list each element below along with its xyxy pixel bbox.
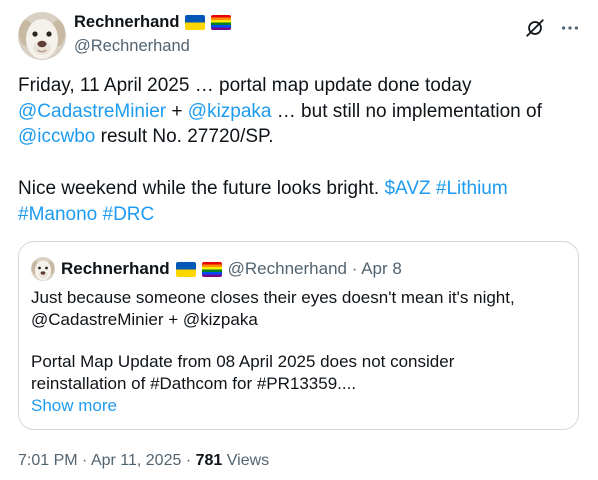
dog-nose <box>40 271 46 275</box>
flag-stripe-yellow <box>211 19 232 22</box>
quoted-tweet-text: Just because someone closes their eyes d… <box>31 287 536 395</box>
ukraine-flag-graphic <box>175 261 196 277</box>
flag-stripe-purple <box>201 274 222 277</box>
quoted-tweet-card[interactable]: Rechnerhand @Rechnerhand · Apr 8 Just be… <box>18 241 579 430</box>
flag-stripe-orange <box>201 264 222 267</box>
flag-stripe-blue <box>201 271 222 274</box>
views-link[interactable]: 781 Views <box>196 452 270 469</box>
hashtag-link-manono[interactable]: #Manono <box>18 204 97 225</box>
quoted-author-name: Rechnerhand <box>61 259 170 278</box>
rainbow-flag-graphic <box>211 14 232 30</box>
flag-stripe-yellow <box>201 266 222 269</box>
flag-stripe-orange <box>211 17 232 20</box>
flag-stripe-blue <box>185 14 206 22</box>
cashtag-link-avz[interactable]: $AVZ <box>384 178 430 199</box>
author-avatar[interactable] <box>18 12 66 60</box>
more-dot <box>561 26 566 30</box>
avatar-image <box>18 12 66 60</box>
ukraine-flag-icon <box>175 261 196 277</box>
tweet-footer: 7:01 PM · Apr 11, 2025 · 781 Views <box>18 450 269 472</box>
text-run: … but still no implementation of <box>271 100 542 122</box>
post-date: Apr 11, 2025 <box>90 452 182 469</box>
ukraine-flag-icon <box>185 14 206 30</box>
ukraine-flag-graphic <box>185 14 206 30</box>
grok-button[interactable] <box>524 17 546 39</box>
more-dots-icon <box>561 26 579 30</box>
dog-nose <box>37 40 47 48</box>
flag-stripe-green <box>211 22 232 25</box>
quoted-author-handle: @Rechnerhand <box>227 259 347 278</box>
show-more-link[interactable]: Show more <box>31 395 117 417</box>
post-timestamp-link[interactable]: 7:01 PM · Apr 11, 2025 <box>18 452 186 469</box>
views-count: 781 <box>195 452 223 469</box>
author-handle[interactable]: @Rechnerhand <box>74 35 231 57</box>
flag-stripe-yellow <box>175 269 196 277</box>
dog-left-eye <box>32 31 38 37</box>
text-run: + <box>166 100 188 122</box>
mention-link-iccwbo[interactable]: @iccwbo <box>18 126 95 147</box>
avatar-image <box>31 257 55 281</box>
quoted-tweet-header: Rechnerhand @Rechnerhand · Apr 8 <box>31 256 564 282</box>
tweet-paragraph: Nice weekend while the future looks brig… <box>18 176 568 227</box>
dog-right-eye <box>45 266 48 270</box>
dog-left-eye <box>38 266 41 270</box>
mention-link-cadastreminier[interactable]: @CadastreMinier <box>18 101 166 122</box>
flag-stripe-red <box>211 14 232 17</box>
mention-link-kizpaka[interactable]: @kizpaka <box>188 101 272 122</box>
flag-stripe-red <box>201 261 222 264</box>
views-label: Views <box>226 452 270 469</box>
flag-stripe-green <box>201 269 222 272</box>
grok-icon <box>526 19 544 37</box>
hashtag-link-drc[interactable]: #DRC <box>103 204 155 225</box>
flag-stripe-blue <box>175 261 196 269</box>
quoted-author-meta: @Rechnerhand · Apr 8 <box>228 256 402 282</box>
more-dot <box>568 26 572 30</box>
quoted-post-date: Apr 8 <box>361 259 402 278</box>
flag-stripe-purple <box>211 27 232 30</box>
tweet-paragraph: Friday, 11 April 2025 … portal map updat… <box>18 73 568 150</box>
text-run: Nice weekend while the future looks brig… <box>18 178 385 199</box>
text-run: Friday, 11 April 2025 … portal map updat… <box>18 75 472 96</box>
separator: · <box>351 259 358 278</box>
quoted-author-avatar <box>31 257 55 281</box>
rainbow-flag-icon <box>201 261 222 277</box>
quoted-paragraph: Portal Map Update from 08 April 2025 doe… <box>31 352 455 393</box>
flag-stripe-yellow <box>185 22 206 30</box>
dog-right-eye <box>46 31 52 37</box>
more-button[interactable] <box>559 17 581 39</box>
flag-stripe-blue <box>211 24 232 27</box>
author-name[interactable]: Rechnerhand <box>74 11 179 33</box>
more-dot <box>574 26 579 30</box>
separator: · <box>82 452 88 469</box>
tweet: Rechnerhand @Rechnerhand Friday, 11 Apri… <box>0 0 598 480</box>
separator: · <box>185 452 192 469</box>
tweet-text: Friday, 11 April 2025 … portal map updat… <box>18 73 568 227</box>
author-name-row: Rechnerhand <box>74 11 232 33</box>
rainbow-flag-graphic <box>201 261 222 277</box>
hashtag-link-lithium[interactable]: #Lithium <box>436 178 508 199</box>
quoted-paragraph: Just because someone closes their eyes d… <box>31 288 515 329</box>
author-block: Rechnerhand @Rechnerhand <box>74 11 232 57</box>
rainbow-flag-icon <box>211 14 232 30</box>
text-run: result No. 27720/SP. <box>95 126 274 147</box>
post-time: 7:01 PM <box>18 452 78 469</box>
